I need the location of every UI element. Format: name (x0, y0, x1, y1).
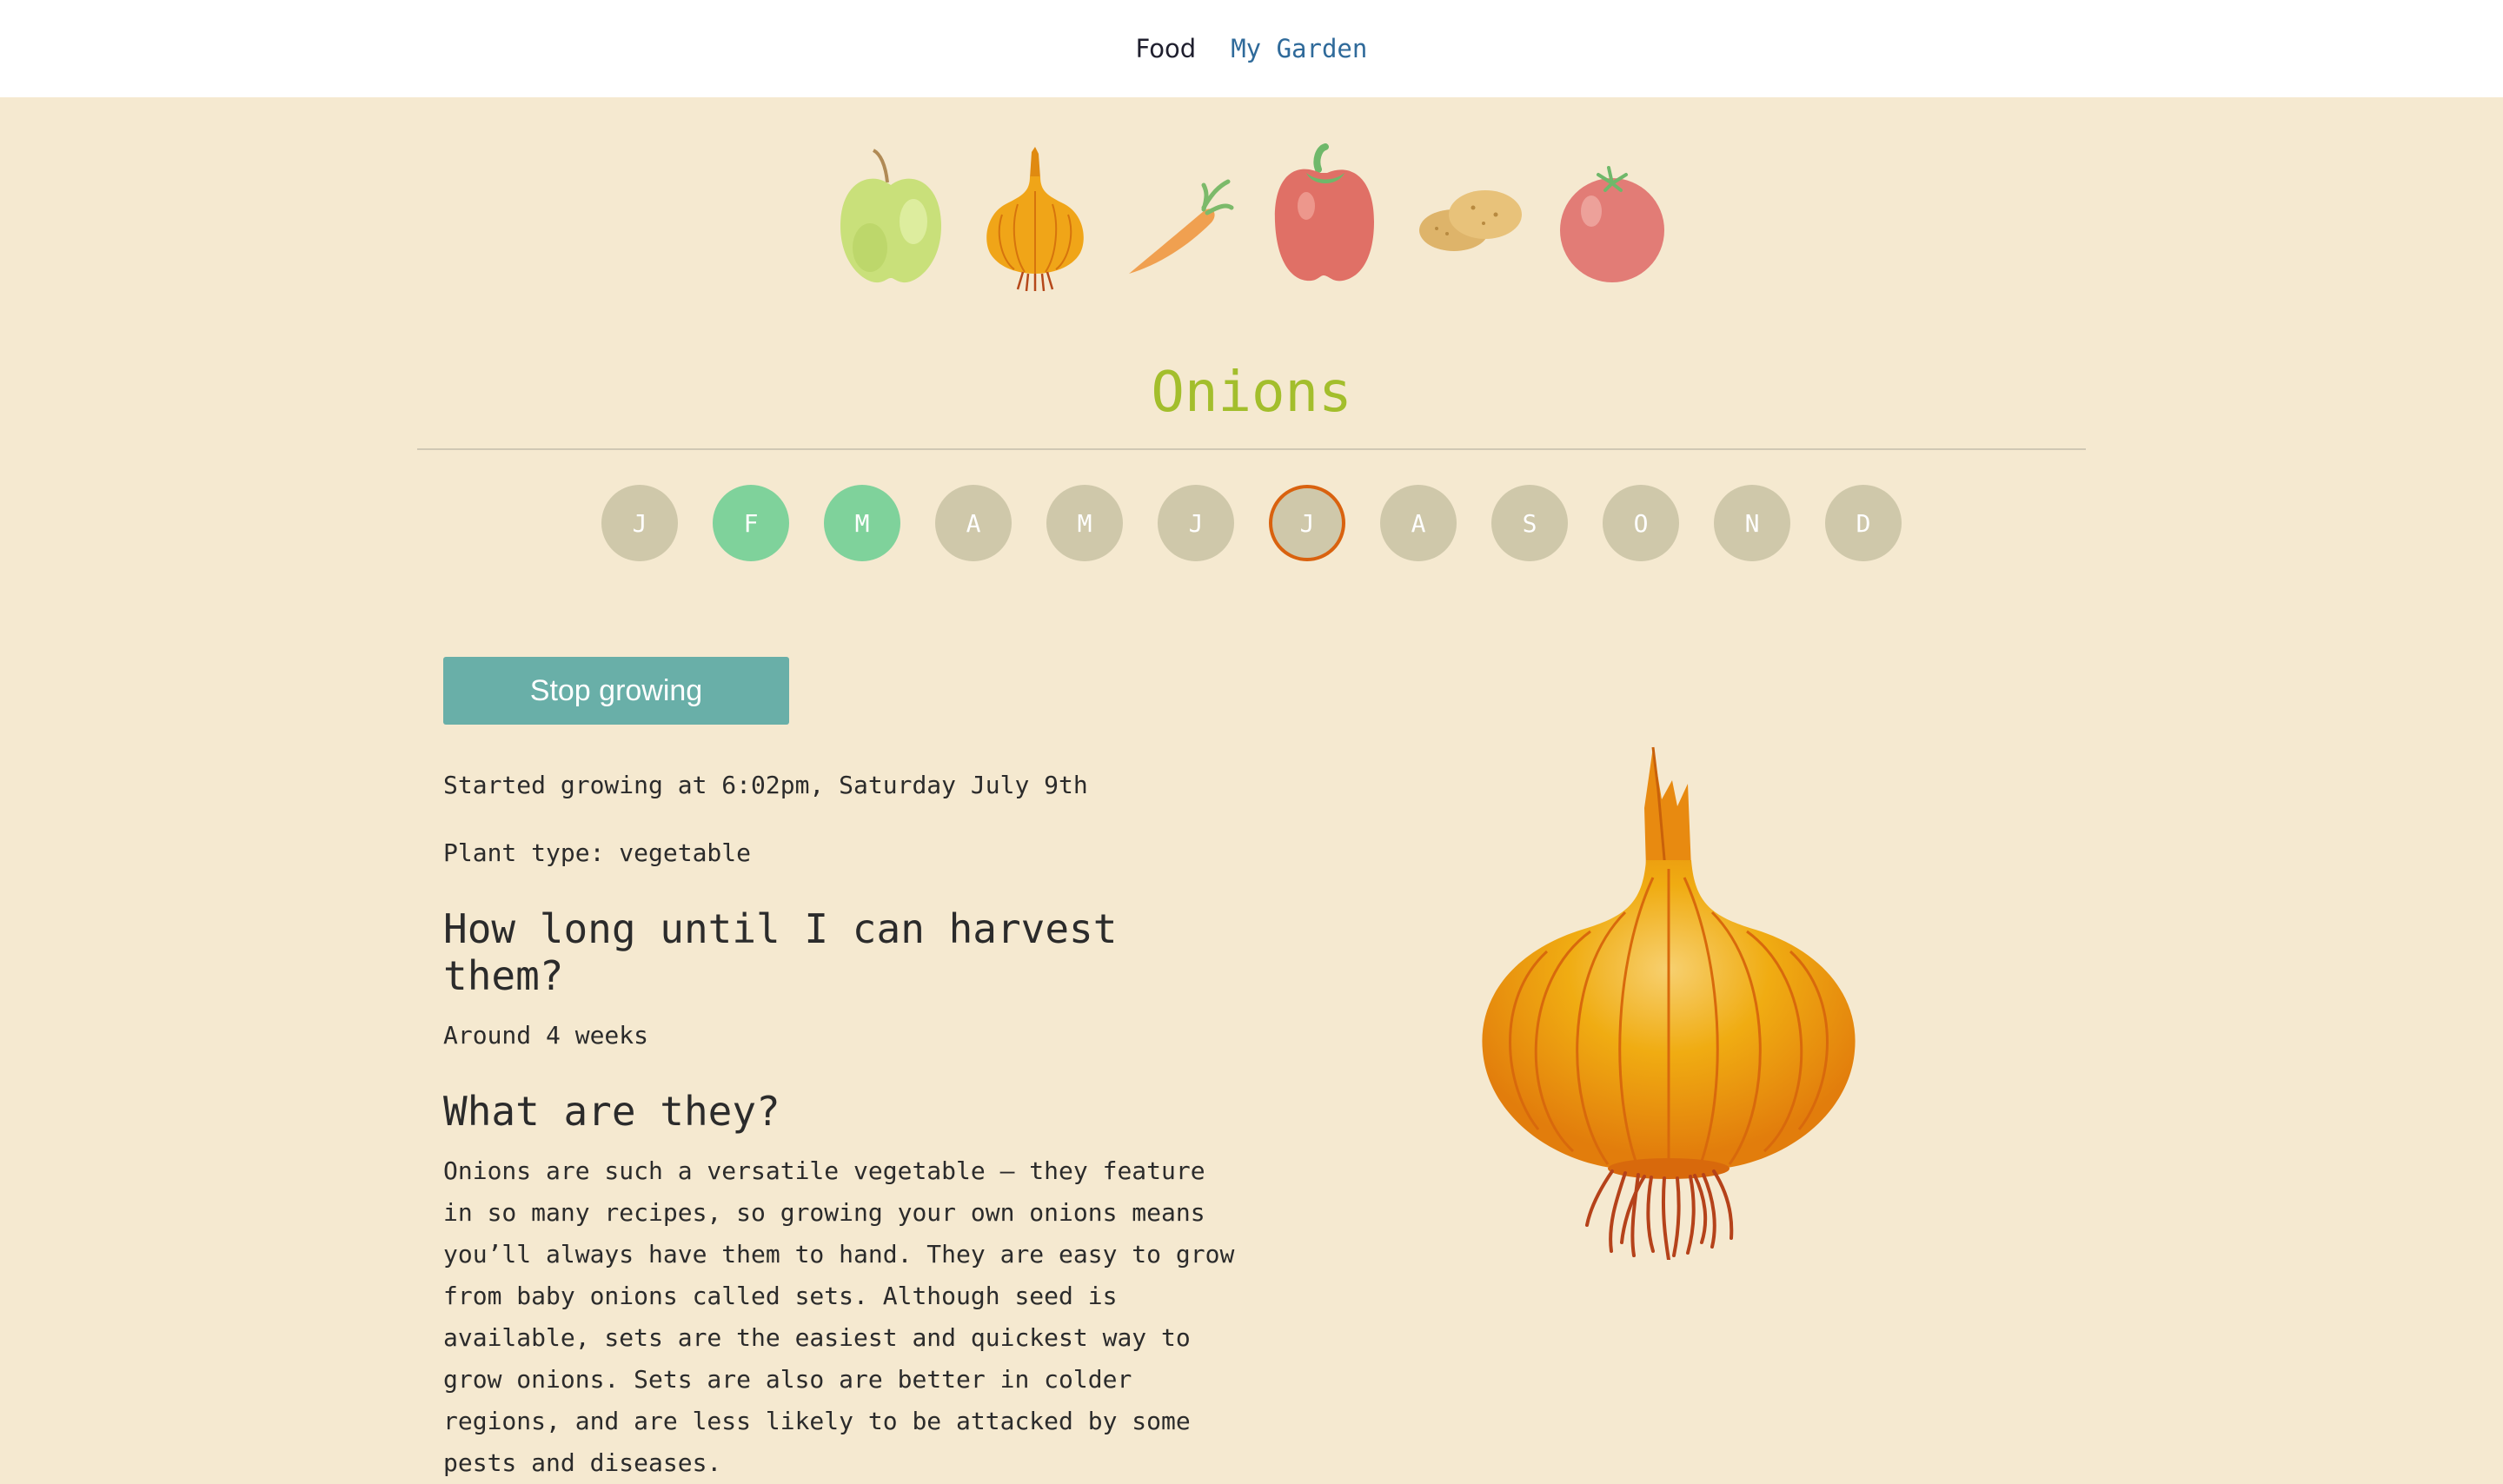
month-jul[interactable]: J (1269, 485, 1345, 561)
month-nov[interactable]: N (1714, 485, 1790, 561)
pepper-icon[interactable] (1268, 143, 1379, 291)
plant-info: Started growing at 6:02pm, Saturday July… (443, 765, 1243, 1484)
top-nav: Food My Garden (0, 0, 2503, 97)
month-oct[interactable]: O (1603, 485, 1679, 561)
tomato-icon[interactable] (1557, 143, 1668, 291)
month-jan[interactable]: J (601, 485, 678, 561)
description-text: Onions are such a versatile vegetable – … (443, 1156, 1235, 1477)
month-dec[interactable]: D (1825, 485, 1902, 561)
month-feb[interactable]: F (713, 485, 789, 561)
title-divider (417, 448, 2086, 450)
onion-icon[interactable] (979, 143, 1091, 291)
harvest-heading: How long until I can harvest them? (443, 905, 1118, 999)
month-mar[interactable]: M (824, 485, 900, 561)
month-jun[interactable]: J (1158, 485, 1234, 561)
stop-growing-button[interactable]: Stop growing (443, 657, 789, 725)
month-aug[interactable]: A (1380, 485, 1457, 561)
apple-icon[interactable] (835, 143, 946, 291)
onion-illustration (1482, 746, 1856, 1260)
nav-link-food[interactable]: Food (1136, 34, 1197, 63)
page-title: Onions (1151, 361, 1352, 425)
plant-type-text: Plant type: vegetable (443, 838, 752, 867)
carrot-icon[interactable] (1124, 143, 1235, 291)
food-selector (0, 139, 2503, 295)
month-sep[interactable]: S (1491, 485, 1568, 561)
month-calendar: J F M A M J J A S O N D (0, 485, 2503, 561)
started-text: Started growing at 6:02pm, Saturday July… (443, 771, 1088, 799)
harvest-text: Around 4 weeks (443, 1021, 649, 1050)
what-heading: What are they? (443, 1088, 780, 1135)
month-may[interactable]: M (1046, 485, 1123, 561)
month-apr[interactable]: A (935, 485, 1012, 561)
potato-icon[interactable] (1412, 143, 1524, 291)
nav-link-my-garden[interactable]: My Garden (1231, 34, 1367, 63)
